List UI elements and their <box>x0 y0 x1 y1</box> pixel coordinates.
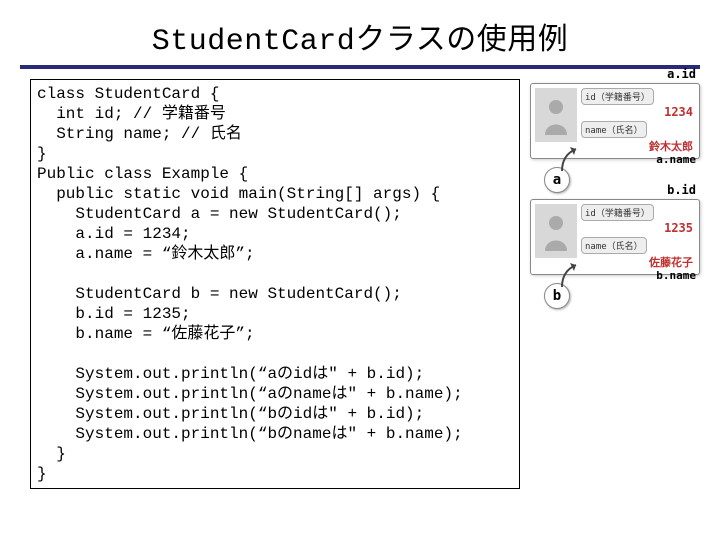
label-b-id: b.id <box>667 183 696 197</box>
field-caption-id: id（学籍番号） <box>581 204 654 221</box>
title-rule <box>20 65 700 69</box>
content-row: class StudentCard { int id; // 学籍番号 Stri… <box>30 79 690 489</box>
card-fields: id（学籍番号） 1235 name（氏名） 佐藤花子 <box>581 204 695 270</box>
label-a-name: a.name <box>656 153 696 166</box>
card-block-a: a.id id（学籍番号） 1234 name（氏名） 鈴木太郎 <box>530 83 700 159</box>
field-value-name: 佐藤花子 <box>581 254 695 270</box>
arrow-icon <box>556 143 586 173</box>
card-block-b: b.id id（学籍番号） 1235 name（氏名） 佐藤花子 <box>530 199 700 275</box>
diagram-column: a.id id（学籍番号） 1234 name（氏名） 鈴木太郎 <box>530 79 700 275</box>
code-listing: class StudentCard { int id; // 学籍番号 Stri… <box>30 79 520 489</box>
field-caption-name: name（氏名） <box>581 121 647 138</box>
avatar-icon <box>535 204 577 258</box>
card-fields: id（学籍番号） 1234 name（氏名） 鈴木太郎 <box>581 88 695 154</box>
arrow-icon <box>556 259 586 289</box>
slide: StudentCardクラスの使用例 class StudentCard { i… <box>0 0 720 540</box>
avatar-icon <box>535 88 577 142</box>
field-caption-id: id（学籍番号） <box>581 88 654 105</box>
label-a-id: a.id <box>667 67 696 81</box>
label-b-name: b.name <box>656 269 696 282</box>
field-value-id: 1234 <box>581 105 695 119</box>
field-caption-name: name（氏名） <box>581 237 647 254</box>
field-value-id: 1235 <box>581 221 695 235</box>
slide-title: StudentCardクラスの使用例 <box>30 14 690 59</box>
field-value-name: 鈴木太郎 <box>581 138 695 154</box>
